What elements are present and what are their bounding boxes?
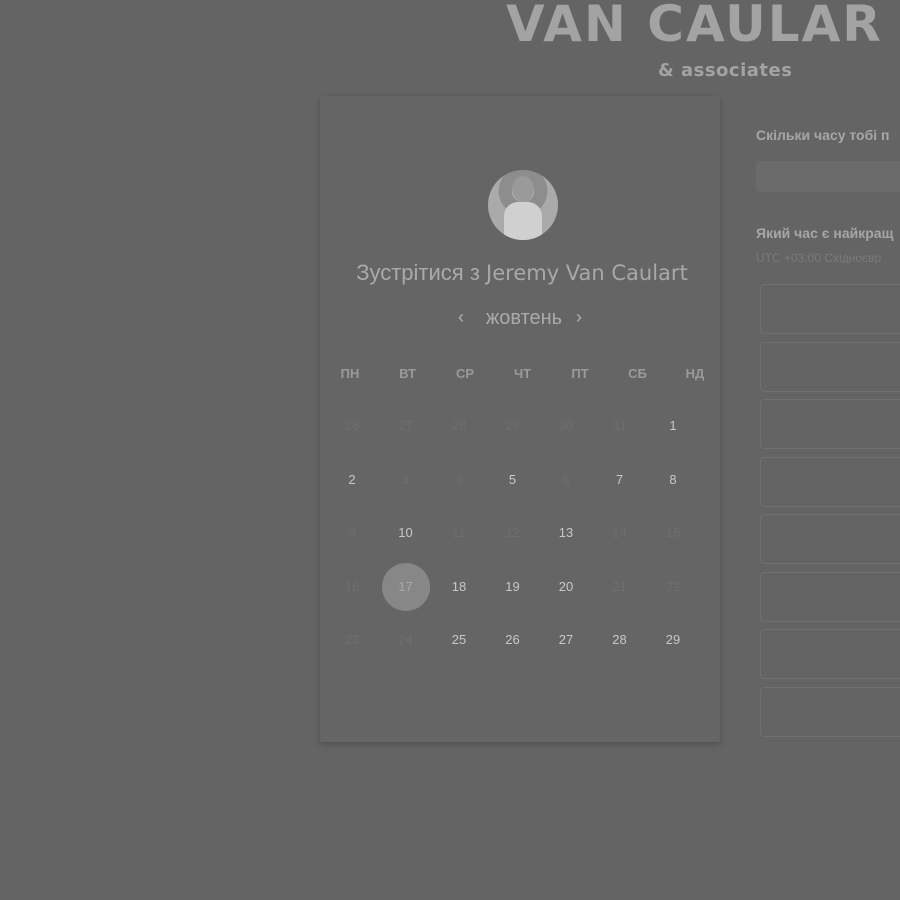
time-slot-label [761,359,773,375]
calendar-grid: 26 27 28 29 30 31 1 2 3 4 5 6 7 8 9 10 11 12 13 14 15 16 17 18 1… [325,400,725,680]
time-slot-label [761,589,773,605]
timezone-label: UTC +03:00 Східноєвр [756,251,882,265]
calendar-day: 14 [612,525,627,540]
calendar-day: 31 [612,418,627,433]
weekday-label: СБ [628,366,647,381]
time-slot[interactable] [760,686,900,737]
duration-selector[interactable] [756,161,900,192]
calendar-day: 24 [398,632,413,647]
time-slot[interactable] [760,514,900,564]
host-name: Jeremy Van Caulart [486,261,688,285]
calendar-day: 11 [452,525,466,540]
calendar-day: 30 [558,418,574,433]
weekday-label: ПТ [571,366,589,381]
time-slot-label [761,531,773,547]
calendar-day[interactable]: 10 [382,509,430,557]
weekday-label: СР [455,366,475,381]
time-question: Який час є найкращ [756,225,894,241]
calendar-day[interactable]: 25 [435,616,483,664]
weekday-label: НД [685,366,705,381]
calendar-day[interactable]: 19 [489,563,537,611]
time-slot[interactable] [760,629,900,679]
calendar-day[interactable]: 29 [649,616,697,664]
calendar-day[interactable]: 28 [596,616,644,664]
calendar-day[interactable]: 5 [489,456,537,504]
time-slot-label [761,646,773,662]
calendar-day: 3 [401,471,410,487]
calendar-day[interactable]: 7 [596,456,644,504]
weekday-label: ПН [340,366,360,381]
time-slot[interactable] [760,456,900,507]
calendar-day: 9 [348,525,356,540]
calendar-day: 16 [344,578,360,594]
calendar-day: 26 [344,418,360,433]
time-slot[interactable] [760,571,900,622]
month-label: жовтень [485,307,563,329]
time-slot[interactable] [760,399,900,449]
time-slot-label [761,301,773,317]
calendar-day[interactable]: 26 [489,616,537,664]
calendar-day: 15 [665,525,681,540]
time-slot[interactable] [760,284,900,334]
weekday-label: ВТ [399,366,416,381]
calendar-day: 21 [612,578,627,594]
calendar-day[interactable]: 8 [649,456,697,504]
meeting-title: Зустрітися з Jeremy Van Caulart [320,260,724,286]
calendar-day-selected[interactable]: 17 [381,562,430,611]
calendar-day: 28 [451,418,467,433]
calendar-day[interactable]: 20 [542,563,590,611]
avatar-head-shape [512,176,534,202]
time-selection-panel: Скільки часу тобі п Який час є найкращ U… [756,0,900,900]
calendar-day: 12 [505,525,520,540]
calendar-day[interactable]: 27 [542,616,590,664]
time-slot-label [761,704,773,720]
calendar-day[interactable]: 18 [435,563,483,611]
calendar-day: 4 [455,471,463,487]
avatar-body-shape [504,202,542,240]
calendar-day: 22 [665,578,681,594]
chevron-right-icon[interactable]: › [576,307,582,328]
calendar-day[interactable]: 1 [649,402,697,450]
calendar-day: 29 [505,418,520,433]
duration-question: Скільки часу тобі п [756,127,890,143]
chevron-left-icon[interactable]: ‹ [458,307,464,328]
calendar-day[interactable]: 2 [328,456,376,504]
time-slot-label [761,416,773,432]
calendar-day[interactable]: 13 [542,509,590,557]
weekday-label: ЧТ [513,366,532,381]
month-navigation: ‹ жовтень › [440,305,610,335]
time-slot-label [761,474,773,490]
calendar-day: 27 [398,418,413,433]
host-avatar [488,170,558,240]
meeting-title-prefix: Зустрітися з [356,260,480,285]
calendar-day: 23 [344,632,360,647]
time-slot[interactable] [760,341,900,392]
calendar-day: 6 [562,471,570,487]
